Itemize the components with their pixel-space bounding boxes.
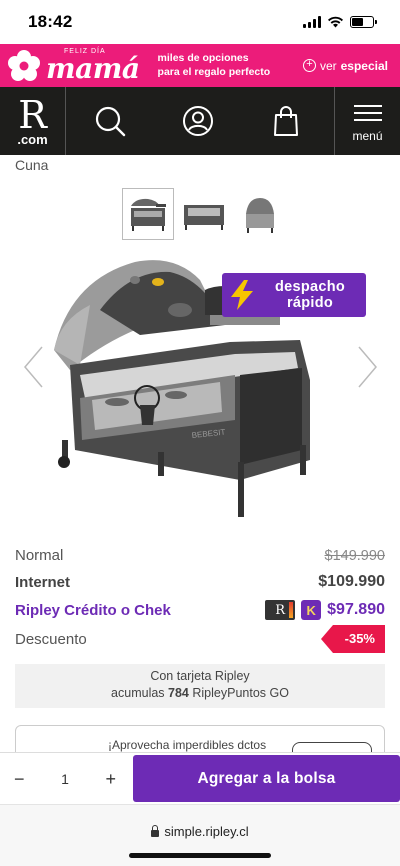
ripley-card-icon: R	[265, 600, 296, 620]
discount-badge: -35%	[321, 625, 385, 653]
next-image-button[interactable]	[355, 345, 379, 389]
thumbnail-2[interactable]	[178, 188, 230, 240]
internet-price-label: Internet	[15, 573, 71, 591]
search-icon	[95, 106, 126, 137]
previous-image-button[interactable]	[22, 345, 46, 389]
status-time: 18:42	[28, 12, 73, 31]
internet-price-value: $109.990	[318, 573, 385, 590]
sticky-purchase-bar: − 1 + Agregar a la bolsa	[0, 752, 400, 804]
badge-text: despacho rápido	[262, 279, 358, 311]
quantity-stepper: − 1 +	[0, 753, 130, 805]
logo-letter: R	[18, 92, 47, 137]
breadcrumb[interactable]: Cuna	[15, 157, 48, 173]
points-prefix: acumulas	[111, 686, 165, 700]
hamburger-icon	[353, 100, 382, 126]
points-line2: acumulas 784 RipleyPuntos GO	[15, 685, 385, 702]
url-display[interactable]: simple.ripley.cl	[0, 824, 400, 839]
user-icon	[183, 106, 213, 136]
promo-banner[interactable]: feliz día mamá miles de opciones para el…	[0, 44, 400, 87]
quantity-value[interactable]: 1	[61, 771, 69, 787]
cellular-signal-icon	[303, 16, 321, 28]
crib-thumbnail-icon	[246, 198, 274, 233]
points-line1: Con tarjeta Ripley	[150, 669, 250, 683]
promo-brand-text: mamá	[46, 52, 140, 85]
add-to-bag-button[interactable]: Agregar a la bolsa	[133, 755, 400, 802]
ripley-logo[interactable]: R .com	[0, 87, 66, 155]
status-icons	[303, 16, 377, 28]
menu-label: menú	[352, 128, 383, 143]
menu-button[interactable]: menú	[334, 87, 400, 155]
account-button[interactable]	[154, 87, 242, 155]
cart-button[interactable]	[242, 87, 330, 155]
promo-copy-line1: miles de opciones	[157, 52, 249, 65]
discount-label: Descuento	[15, 630, 87, 648]
logo-suffix: .com	[17, 131, 48, 147]
gallery-thumbnails	[122, 188, 286, 240]
url-text: simple.ripley.cl	[164, 824, 249, 839]
points-amount: 784	[168, 686, 189, 700]
lightning-icon	[231, 280, 253, 310]
ripley-points-box: Con tarjeta Ripley acumulas 784 RipleyPu…	[15, 664, 385, 708]
promo-cta-link[interactable]: + ver especial	[302, 58, 388, 73]
promo-box-text: ¡Aprovecha imperdibles dctos	[108, 738, 267, 752]
status-bar: 18:42	[0, 0, 400, 44]
badge-line1: despacho	[274, 279, 346, 295]
home-indicator[interactable]	[129, 853, 271, 858]
decrease-quantity-button[interactable]: −	[14, 769, 25, 790]
badge-line2: rápido	[286, 295, 334, 311]
lock-icon	[151, 824, 160, 837]
flower-icon	[8, 49, 40, 81]
promo-copy: miles de opciones para el regalo perfect…	[158, 52, 271, 78]
promo-copy-line2: para el regalo perfecto	[157, 65, 271, 78]
thumbnail-1[interactable]	[122, 188, 174, 240]
normal-price-label: Normal	[15, 547, 64, 564]
wifi-icon	[328, 16, 343, 28]
discount-row: Descuento -35%	[15, 625, 385, 653]
battery-icon	[350, 16, 377, 28]
internet-price-row: Internet $109.990	[15, 573, 385, 591]
promo-cta-prefix: ver	[319, 58, 337, 73]
plus-circle-icon: +	[302, 59, 316, 72]
crib-thumbnail-icon	[131, 198, 166, 231]
crib-thumbnail-icon	[184, 205, 224, 230]
chek-card-icon: K	[301, 600, 322, 620]
fast-shipping-badge: despacho rápido	[222, 273, 366, 317]
thumbnail-3[interactable]	[234, 188, 286, 240]
credit-price-label: Ripley Crédito o Chek	[15, 601, 171, 619]
search-button[interactable]	[66, 87, 154, 155]
normal-price-row: Normal $149.990	[15, 547, 385, 564]
normal-price-value: $149.990	[324, 547, 385, 564]
promo-cta-bold: especial	[340, 58, 388, 73]
site-header: R .com menú	[0, 87, 400, 155]
credit-price-row: Ripley Crédito o Chek R K $97.890	[15, 600, 385, 620]
credit-price-value: $97.890	[327, 601, 385, 618]
promo-brand: feliz día mamá	[46, 48, 140, 83]
increase-quantity-button[interactable]: +	[105, 769, 116, 790]
points-suffix: RipleyPuntos GO	[192, 686, 289, 700]
shopping-bag-icon	[274, 106, 298, 136]
